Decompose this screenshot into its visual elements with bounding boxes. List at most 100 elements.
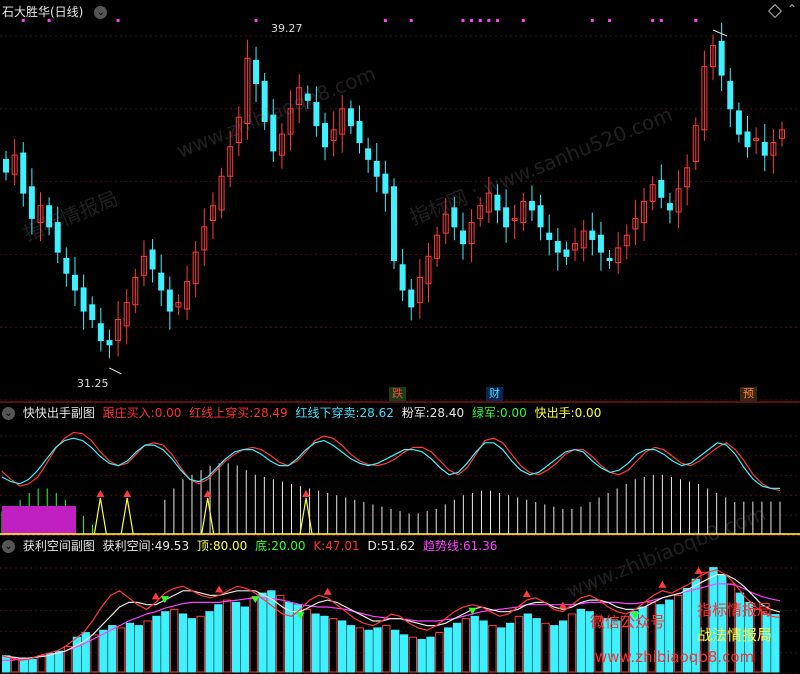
profit-bar xyxy=(435,632,444,673)
candle-body xyxy=(356,120,363,144)
quick-spike xyxy=(201,497,215,535)
profit-bar xyxy=(231,601,241,673)
candle-body xyxy=(408,289,415,308)
p1-label-2: 红线下穿卖: xyxy=(295,406,360,420)
promo-wechat: 微信公众号 xyxy=(590,613,666,631)
candle-body xyxy=(451,207,458,228)
candle-body xyxy=(735,110,742,135)
p1-label-0: 跟庄买入: xyxy=(102,406,155,420)
profit-bar xyxy=(205,611,214,673)
profit-bar xyxy=(161,611,170,673)
p2-value-2: 20.00 xyxy=(271,539,306,553)
profit-bar xyxy=(311,613,320,673)
p2-label-1: 顶: xyxy=(196,539,213,553)
candle-body xyxy=(761,142,768,156)
profit-bar xyxy=(28,658,37,673)
promo-url: www.zhibiaoqb8.com xyxy=(595,648,755,666)
tag-cai[interactable]: 财 xyxy=(486,387,503,401)
profit-bar xyxy=(284,601,294,673)
candle-body xyxy=(744,131,751,148)
panel1-chart xyxy=(0,431,800,535)
p1-label-5: 快出手: xyxy=(534,406,575,420)
candle-body xyxy=(528,201,535,211)
candle-body xyxy=(97,323,104,342)
main-candles xyxy=(3,22,785,375)
candle-body xyxy=(554,241,561,253)
collapse-icon[interactable]: ⌃ xyxy=(787,2,797,16)
purple-marker xyxy=(478,19,482,22)
p1-value-0: 0.00 xyxy=(154,406,182,420)
profit-bar xyxy=(497,627,506,673)
chevron-down-icon[interactable]: ⌄ xyxy=(2,540,15,553)
high-pointer xyxy=(712,29,728,37)
chart-stage xyxy=(0,19,800,674)
candle-body xyxy=(63,257,70,274)
purple-marker xyxy=(521,19,525,22)
p2-value-3: 47.01 xyxy=(325,539,360,553)
chevron-down-icon[interactable]: ⌄ xyxy=(94,6,108,19)
purple-marker xyxy=(487,19,491,22)
candle-body xyxy=(589,230,596,240)
quick-spike xyxy=(120,497,134,535)
profit-bar xyxy=(558,620,568,673)
p1-value-3: 28.40 xyxy=(429,406,465,420)
profit-bar xyxy=(55,650,64,673)
candle-body xyxy=(503,207,510,228)
panel1-title[interactable]: 快快出手副图 xyxy=(23,406,95,420)
promo-brand-1: 指标情报局 xyxy=(697,601,773,619)
up-arrow xyxy=(522,590,531,598)
candle-body xyxy=(313,101,320,127)
p2-label-4: D: xyxy=(367,539,381,553)
p2-value-5: 61.36 xyxy=(463,539,498,553)
p2-label-3: K: xyxy=(313,539,326,553)
candle-body xyxy=(322,123,329,148)
tag-yu[interactable]: 预 xyxy=(740,387,757,401)
profit-bar xyxy=(249,597,258,673)
p2-label-5: 趋势线: xyxy=(422,539,464,553)
profit-bar xyxy=(452,622,462,673)
profit-bar xyxy=(240,606,250,673)
candle-body xyxy=(20,152,27,194)
profit-bar xyxy=(258,592,267,673)
profit-bar xyxy=(550,625,559,673)
profit-bar xyxy=(143,620,152,673)
chevron-down-icon[interactable]: ⌄ xyxy=(2,407,15,420)
profit-bar xyxy=(479,620,488,673)
purple-marker xyxy=(694,19,698,22)
candle-body xyxy=(727,80,734,110)
candle-body xyxy=(54,222,61,253)
panel2-title[interactable]: 获利空间副图 xyxy=(23,539,95,553)
p2-value-0: 49.53 xyxy=(154,539,190,553)
buy-arrow xyxy=(302,490,311,497)
down-arrow xyxy=(251,596,260,604)
profit-bar xyxy=(108,625,117,673)
profit-bar xyxy=(426,636,435,673)
buy-arrow xyxy=(96,490,105,497)
profit-bar xyxy=(514,615,524,673)
profit-bar xyxy=(302,608,311,673)
profit-bar xyxy=(99,629,108,673)
profit-bar xyxy=(169,608,179,673)
purple-marker xyxy=(409,19,413,22)
promo-brand-2: 战法情报局 xyxy=(697,626,773,644)
p1-value-1: 28.49 xyxy=(253,406,288,420)
candle-body xyxy=(261,80,268,122)
candle-body xyxy=(365,148,372,160)
tag-die[interactable]: 跌 xyxy=(389,387,406,401)
p1-label-1: 红线上穿买: xyxy=(189,406,254,420)
purple-marker xyxy=(461,19,465,22)
profit-bar xyxy=(329,618,338,673)
candle-body xyxy=(718,40,725,76)
purple-marker xyxy=(659,19,663,22)
profit-bar xyxy=(178,613,188,673)
p2-value-4: 51.62 xyxy=(380,539,416,553)
main-title[interactable]: 石大胜华(日线) xyxy=(2,5,83,19)
low-pointer xyxy=(109,367,122,375)
profit-bar xyxy=(382,625,391,673)
candle-body xyxy=(80,287,87,312)
candle-body xyxy=(399,264,406,291)
candle-body xyxy=(166,289,173,312)
buy-arrow xyxy=(123,490,132,497)
profit-bar xyxy=(505,622,515,673)
up-arrow xyxy=(151,592,160,600)
